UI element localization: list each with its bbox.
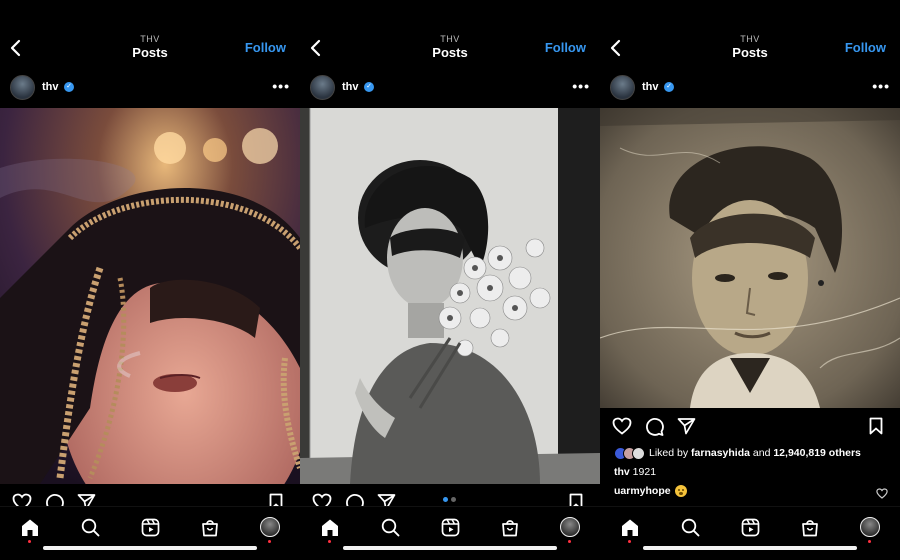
nav-reels[interactable] [138,515,162,539]
nav-search[interactable] [378,515,402,539]
bottom-nav [300,506,600,560]
profile-avatar [560,517,580,537]
notification-dot [628,540,631,543]
more-options-button[interactable]: ••• [572,78,590,94]
nav-reels[interactable] [438,515,462,539]
carousel-dot-active [443,497,448,502]
nav-home[interactable] [618,515,642,539]
header: THV Posts Follow [600,0,900,66]
carousel-dot [451,497,456,502]
home-indicator [643,546,857,550]
caption: thv 1921 [614,466,656,478]
notification-dot [328,540,331,543]
search-icon [81,518,99,536]
profile-avatar [260,517,280,537]
comment-button[interactable] [642,414,666,438]
likes-and: and [749,447,774,459]
avatar[interactable] [610,75,635,100]
astonished-face-emoji [674,485,687,497]
nav-shop[interactable] [798,515,822,539]
post-image[interactable] [600,108,900,408]
comment-user[interactable]: uarmyhope [614,485,671,497]
more-options-button[interactable]: ••• [272,78,290,94]
notification-dot [28,540,31,543]
nav-shop[interactable] [198,515,222,539]
post-actions [600,412,900,440]
likes-text: Liked by farnasyhida and 12,940,819 othe… [649,447,861,459]
reels-icon [141,518,159,536]
post-screen-1: THV Posts Follow thv ✓ ••• [0,0,300,560]
share-button[interactable] [674,414,698,438]
follow-button[interactable]: Follow [545,40,586,55]
nav-profile[interactable] [558,515,582,539]
notification-dot [268,540,271,543]
follow-button[interactable]: Follow [845,40,886,55]
shop-icon [802,519,818,536]
like-button[interactable] [610,414,634,438]
username[interactable]: thv [342,81,359,93]
post-author-row: thv ✓ ••• [0,72,300,104]
carousel-indicator [443,497,459,503]
reels-icon [741,518,759,536]
search-icon [381,518,399,536]
save-button[interactable] [864,414,888,438]
follow-button[interactable]: Follow [245,40,286,55]
nav-shop[interactable] [498,515,522,539]
verified-badge-icon: ✓ [64,82,74,92]
likes-prefix: Liked by [649,447,692,459]
nav-home[interactable] [318,515,342,539]
username[interactable]: thv [642,81,659,93]
notification-dot [568,540,571,543]
header: THV Posts Follow [0,0,300,66]
liker-avatar [632,446,645,460]
nav-profile[interactable] [858,515,882,539]
caption-user[interactable]: thv [614,466,630,478]
home-indicator [43,546,257,550]
shop-icon [202,519,218,536]
likes-summary[interactable]: Liked by farnasyhida and 12,940,819 othe… [614,446,861,460]
more-options-button[interactable]: ••• [872,78,890,94]
home-icon [622,519,638,536]
nav-profile[interactable] [258,515,282,539]
verified-badge-icon: ✓ [664,82,674,92]
nav-home[interactable] [18,515,42,539]
bottom-nav [0,506,300,560]
verified-badge-icon: ✓ [364,82,374,92]
profile-avatar [860,517,880,537]
post-author-row: thv ✓ ••• [300,72,600,104]
search-icon [681,518,699,536]
reels-icon [441,518,459,536]
comment-icon [645,417,664,436]
comment-preview[interactable]: uarmyhope [614,485,687,497]
nav-search[interactable] [78,515,102,539]
heart-icon [876,488,888,499]
caption-text: 1921 [632,466,657,478]
post-screen-2: THV Posts Follow thv ✓ ••• [300,0,600,560]
nav-search[interactable] [678,515,702,539]
home-icon [22,519,38,536]
bookmark-icon [869,417,883,435]
header: THV Posts Follow [300,0,600,66]
bottom-nav [600,506,900,560]
home-icon [322,519,338,536]
username[interactable]: thv [42,81,59,93]
post-image[interactable] [300,108,600,484]
post-author-row: thv ✓ ••• [600,72,900,104]
liked-by-user[interactable]: farnasyhida [691,447,750,459]
comment-like-button[interactable] [876,486,888,499]
nav-reels[interactable] [738,515,762,539]
post-screen-3: THV Posts Follow thv ✓ ••• Liked by farn… [600,0,900,560]
post-image[interactable] [0,108,300,484]
shop-icon [502,519,518,536]
notification-dot [868,540,871,543]
send-icon [677,418,695,435]
likes-count[interactable]: 12,940,819 others [773,447,861,459]
avatar[interactable] [310,75,335,100]
heart-icon [612,417,632,435]
avatar[interactable] [10,75,35,100]
home-indicator [343,546,557,550]
